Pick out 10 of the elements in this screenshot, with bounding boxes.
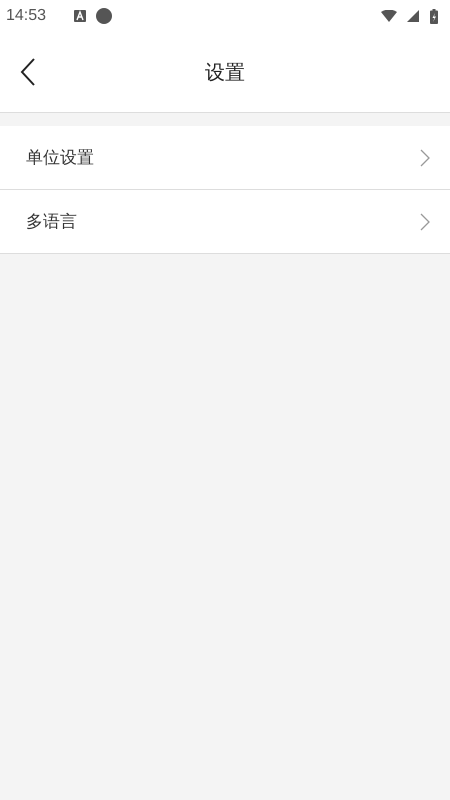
status-time: 14:53 (6, 7, 46, 25)
back-button[interactable] (20, 58, 36, 86)
signal-icon (407, 10, 420, 22)
chevron-right-icon (420, 148, 430, 166)
wifi-icon (381, 10, 397, 22)
page-title: 设置 (205, 58, 245, 86)
circle-icon (96, 8, 112, 24)
battery-icon (430, 8, 438, 24)
notification-icon (74, 10, 86, 22)
chevron-right-icon (420, 212, 430, 230)
